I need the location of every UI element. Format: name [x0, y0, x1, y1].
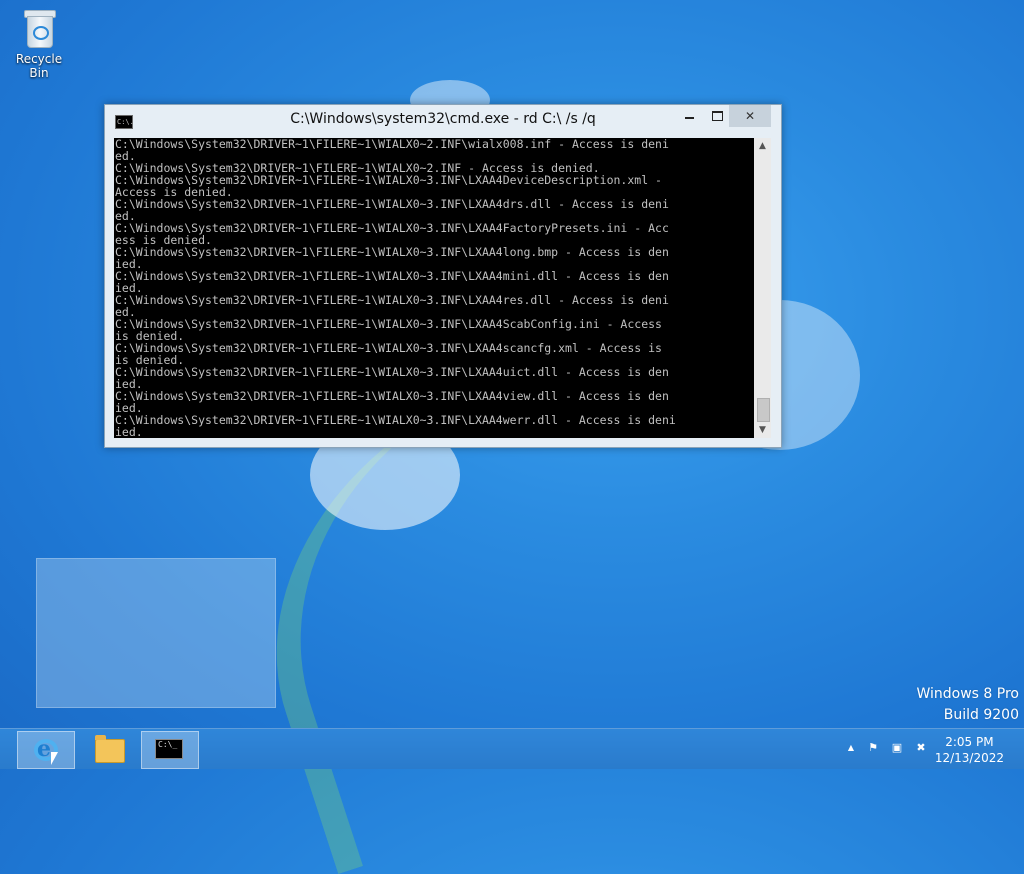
scroll-up-arrow-icon[interactable]: ▲: [754, 138, 771, 154]
recycle-bin-label: Recycle Bin: [15, 52, 63, 80]
edition-label: Windows 8 Pro: [916, 686, 1019, 702]
minimize-button[interactable]: [675, 105, 703, 127]
window-titlebar[interactable]: C:\. C:\Windows\system32\cmd.exe - rd C:…: [105, 105, 781, 135]
console-line: C:\Windows\System32\DRIVER~1\FILERE~1\WI…: [115, 389, 669, 403]
maximize-icon: [711, 110, 723, 121]
build-label: Build 9200: [943, 707, 1019, 723]
volume-muted-icon[interactable]: ✖: [914, 741, 928, 755]
show-hidden-icons-icon[interactable]: ▲: [844, 741, 858, 755]
minimize-icon: [684, 116, 694, 119]
clock-date: 12/13/2022: [934, 751, 1004, 765]
taskbar: e C:\_ ▲ ⚑ ▣ ✖ 2:05 PM 12/13/2022: [0, 728, 1024, 769]
network-icon[interactable]: ▣: [890, 741, 904, 755]
close-icon: ✕: [744, 109, 756, 123]
console-line: C:\Windows\System32\DRIVER~1\FILERE~1\WI…: [115, 341, 662, 355]
clock[interactable]: 2:05 PM 12/13/2022: [935, 734, 1004, 766]
taskbar-button-command-prompt[interactable]: C:\_: [141, 731, 199, 769]
console-line: C:\Windows\System32\DRIVER~1\FILERE~1\WI…: [115, 413, 676, 427]
console-line: C:\Windows\System32\DRIVER~1\FILERE~1\WI…: [115, 245, 669, 259]
console-output[interactable]: C:\Windows\System32\DRIVER~1\FILERE~1\WI…: [114, 138, 755, 438]
recycle-bin-icon: [22, 8, 56, 48]
windows-edition-watermark: Windows 8 Pro Build 9200: [916, 684, 1019, 726]
console-line: C:\Windows\System32\DRIVER~1\FILERE~1\WI…: [115, 365, 669, 379]
cmd-window[interactable]: C:\. C:\Windows\system32\cmd.exe - rd C:…: [104, 104, 782, 448]
ghost-window-preview: [36, 558, 276, 708]
taskbar-button-internet-explorer[interactable]: e: [17, 731, 75, 769]
console-line: C:\Windows\System32\DRIVER~1\FILERE~1\WI…: [115, 317, 662, 331]
taskbar-button-file-explorer[interactable]: [80, 731, 136, 767]
terminal-icon: C:\_: [155, 739, 183, 759]
console-line: ied.: [115, 425, 143, 438]
flag-icon[interactable]: ⚑: [866, 741, 880, 755]
system-tray: ▲ ⚑ ▣ ✖ 2:05 PM 12/13/2022: [840, 729, 1024, 769]
console-line: C:\Windows\System32\DRIVER~1\FILERE~1\WI…: [115, 269, 669, 283]
console-line: C:\Windows\System32\DRIVER~1\FILERE~1\WI…: [115, 197, 669, 211]
clock-time: 2:05 PM: [945, 735, 994, 749]
console-line: C:\Windows\System32\DRIVER~1\FILERE~1\WI…: [115, 138, 669, 151]
maximize-button[interactable]: [703, 105, 731, 127]
close-button[interactable]: ✕: [729, 105, 771, 127]
scroll-down-arrow-icon[interactable]: ▼: [754, 422, 771, 438]
ie-letter-icon: e: [37, 736, 51, 762]
console-line: C:\Windows\System32\DRIVER~1\FILERE~1\WI…: [115, 293, 669, 307]
scrollbar-thumb[interactable]: [757, 398, 770, 422]
mouse-cursor-icon: [51, 752, 58, 765]
folder-icon: [95, 735, 125, 763]
recycle-bin-shortcut[interactable]: Recycle Bin: [6, 6, 72, 80]
vertical-scrollbar[interactable]: ▲ ▼: [754, 138, 771, 438]
